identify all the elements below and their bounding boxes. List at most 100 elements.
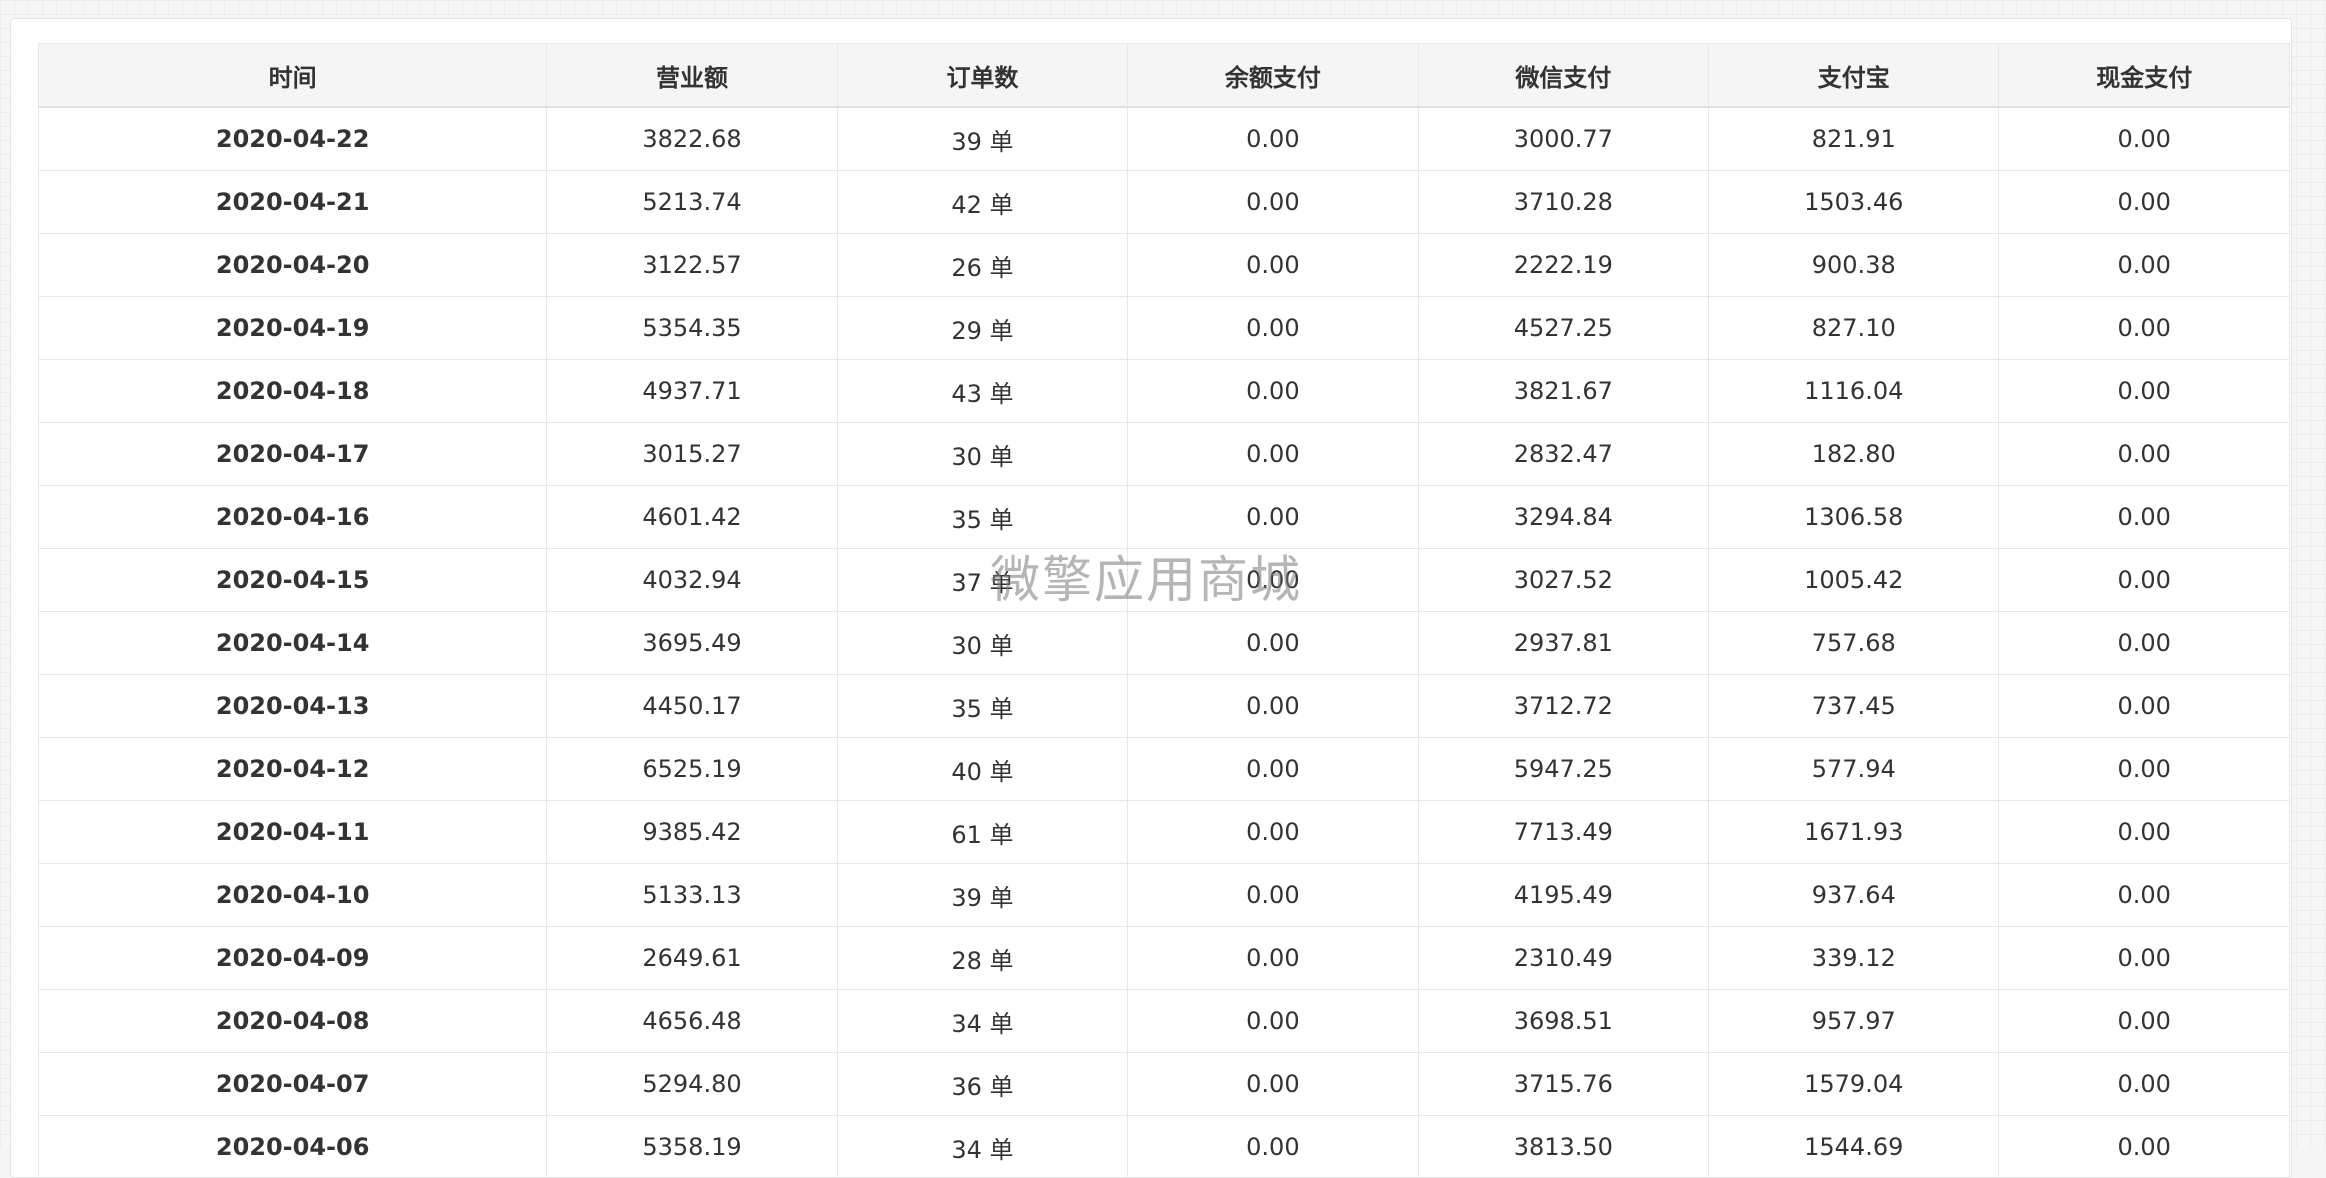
revenue-cell: 4656.48 bbox=[547, 990, 837, 1053]
balance-pay-cell: 0.00 bbox=[1128, 675, 1418, 738]
column-header-balance-pay: 余额支付 bbox=[1128, 44, 1418, 108]
revenue-cell: 5133.13 bbox=[547, 864, 837, 927]
order-count-cell: 36 单 bbox=[837, 1053, 1127, 1116]
header-row: 时间营业额订单数余额支付微信支付支付宝现金支付 bbox=[39, 44, 2290, 108]
order-count-cell: 37 单 bbox=[837, 549, 1127, 612]
revenue-cell: 2649.61 bbox=[547, 927, 837, 990]
cash-pay-cell: 0.00 bbox=[1999, 171, 2290, 234]
date-cell: 2020-04-21 bbox=[39, 171, 547, 234]
revenue-cell: 4032.94 bbox=[547, 549, 837, 612]
wechat-pay-cell: 4527.25 bbox=[1418, 297, 1708, 360]
alipay-cell: 957.97 bbox=[1709, 990, 1999, 1053]
balance-pay-cell: 0.00 bbox=[1128, 1053, 1418, 1116]
table-row: 2020-04-084656.4834 单0.003698.51957.970.… bbox=[39, 990, 2290, 1053]
date-cell: 2020-04-14 bbox=[39, 612, 547, 675]
column-header-wechat-pay: 微信支付 bbox=[1418, 44, 1708, 108]
revenue-cell: 6525.19 bbox=[547, 738, 837, 801]
balance-pay-cell: 0.00 bbox=[1128, 612, 1418, 675]
order-count-cell: 29 单 bbox=[837, 297, 1127, 360]
balance-pay-cell: 0.00 bbox=[1128, 549, 1418, 612]
alipay-cell: 1671.93 bbox=[1709, 801, 1999, 864]
revenue-table: 时间营业额订单数余额支付微信支付支付宝现金支付 2020-04-223822.6… bbox=[38, 43, 2290, 1178]
wechat-pay-cell: 2310.49 bbox=[1418, 927, 1708, 990]
cash-pay-cell: 0.00 bbox=[1999, 360, 2290, 423]
date-cell: 2020-04-19 bbox=[39, 297, 547, 360]
column-header-revenue: 营业额 bbox=[547, 44, 837, 108]
cash-pay-cell: 0.00 bbox=[1999, 486, 2290, 549]
balance-pay-cell: 0.00 bbox=[1128, 864, 1418, 927]
cash-pay-cell: 0.00 bbox=[1999, 107, 2290, 171]
date-cell: 2020-04-22 bbox=[39, 107, 547, 171]
wechat-pay-cell: 3000.77 bbox=[1418, 107, 1708, 171]
order-count-cell: 42 单 bbox=[837, 171, 1127, 234]
table-row: 2020-04-134450.1735 单0.003712.72737.450.… bbox=[39, 675, 2290, 738]
date-cell: 2020-04-08 bbox=[39, 990, 547, 1053]
alipay-cell: 821.91 bbox=[1709, 107, 1999, 171]
order-count-cell: 28 单 bbox=[837, 927, 1127, 990]
wechat-pay-cell: 3712.72 bbox=[1418, 675, 1708, 738]
revenue-cell: 4601.42 bbox=[547, 486, 837, 549]
wechat-pay-cell: 3821.67 bbox=[1418, 360, 1708, 423]
balance-pay-cell: 0.00 bbox=[1128, 738, 1418, 801]
table-body: 2020-04-223822.6839 单0.003000.77821.910.… bbox=[39, 107, 2290, 1178]
table-row: 2020-04-065358.1934 单0.003813.501544.690… bbox=[39, 1116, 2290, 1178]
alipay-cell: 577.94 bbox=[1709, 738, 1999, 801]
wechat-pay-cell: 2937.81 bbox=[1418, 612, 1708, 675]
column-header-orders: 订单数 bbox=[837, 44, 1127, 108]
table-row: 2020-04-143695.4930 单0.002937.81757.680.… bbox=[39, 612, 2290, 675]
column-header-time: 时间 bbox=[39, 44, 547, 108]
table-row: 2020-04-195354.3529 单0.004527.25827.100.… bbox=[39, 297, 2290, 360]
wechat-pay-cell: 5947.25 bbox=[1418, 738, 1708, 801]
order-count-cell: 40 单 bbox=[837, 738, 1127, 801]
cash-pay-cell: 0.00 bbox=[1999, 801, 2290, 864]
date-cell: 2020-04-11 bbox=[39, 801, 547, 864]
date-cell: 2020-04-10 bbox=[39, 864, 547, 927]
order-count-cell: 35 单 bbox=[837, 486, 1127, 549]
date-cell: 2020-04-06 bbox=[39, 1116, 547, 1178]
order-count-cell: 26 单 bbox=[837, 234, 1127, 297]
alipay-cell: 757.68 bbox=[1709, 612, 1999, 675]
cash-pay-cell: 0.00 bbox=[1999, 864, 2290, 927]
order-count-cell: 30 单 bbox=[837, 612, 1127, 675]
order-count-cell: 35 单 bbox=[837, 675, 1127, 738]
balance-pay-cell: 0.00 bbox=[1128, 423, 1418, 486]
wechat-pay-cell: 3698.51 bbox=[1418, 990, 1708, 1053]
cash-pay-cell: 0.00 bbox=[1999, 990, 2290, 1053]
wechat-pay-cell: 3294.84 bbox=[1418, 486, 1708, 549]
revenue-cell: 5354.35 bbox=[547, 297, 837, 360]
wechat-pay-cell: 3813.50 bbox=[1418, 1116, 1708, 1178]
balance-pay-cell: 0.00 bbox=[1128, 801, 1418, 864]
revenue-cell: 5358.19 bbox=[547, 1116, 837, 1178]
date-cell: 2020-04-16 bbox=[39, 486, 547, 549]
alipay-cell: 1005.42 bbox=[1709, 549, 1999, 612]
table-row: 2020-04-164601.4235 单0.003294.841306.580… bbox=[39, 486, 2290, 549]
balance-pay-cell: 0.00 bbox=[1128, 990, 1418, 1053]
table-row: 2020-04-075294.8036 单0.003715.761579.040… bbox=[39, 1053, 2290, 1116]
cash-pay-cell: 0.00 bbox=[1999, 423, 2290, 486]
balance-pay-cell: 0.00 bbox=[1128, 486, 1418, 549]
cash-pay-cell: 0.00 bbox=[1999, 738, 2290, 801]
alipay-cell: 900.38 bbox=[1709, 234, 1999, 297]
revenue-cell: 3695.49 bbox=[547, 612, 837, 675]
column-header-cash-pay: 现金支付 bbox=[1999, 44, 2290, 108]
date-cell: 2020-04-17 bbox=[39, 423, 547, 486]
cash-pay-cell: 0.00 bbox=[1999, 234, 2290, 297]
order-count-cell: 30 单 bbox=[837, 423, 1127, 486]
revenue-cell: 4937.71 bbox=[547, 360, 837, 423]
order-count-cell: 61 单 bbox=[837, 801, 1127, 864]
balance-pay-cell: 0.00 bbox=[1128, 171, 1418, 234]
wechat-pay-cell: 2222.19 bbox=[1418, 234, 1708, 297]
table-row: 2020-04-154032.9437 单0.003027.521005.420… bbox=[39, 549, 2290, 612]
revenue-cell: 3122.57 bbox=[547, 234, 837, 297]
balance-pay-cell: 0.00 bbox=[1128, 234, 1418, 297]
report-panel: 时间营业额订单数余额支付微信支付支付宝现金支付 2020-04-223822.6… bbox=[10, 18, 2292, 1178]
table-row: 2020-04-105133.1339 单0.004195.49937.640.… bbox=[39, 864, 2290, 927]
wechat-pay-cell: 3710.28 bbox=[1418, 171, 1708, 234]
order-count-cell: 39 单 bbox=[837, 107, 1127, 171]
balance-pay-cell: 0.00 bbox=[1128, 360, 1418, 423]
revenue-cell: 4450.17 bbox=[547, 675, 837, 738]
revenue-cell: 5213.74 bbox=[547, 171, 837, 234]
revenue-cell: 3822.68 bbox=[547, 107, 837, 171]
alipay-cell: 182.80 bbox=[1709, 423, 1999, 486]
order-count-cell: 34 单 bbox=[837, 990, 1127, 1053]
